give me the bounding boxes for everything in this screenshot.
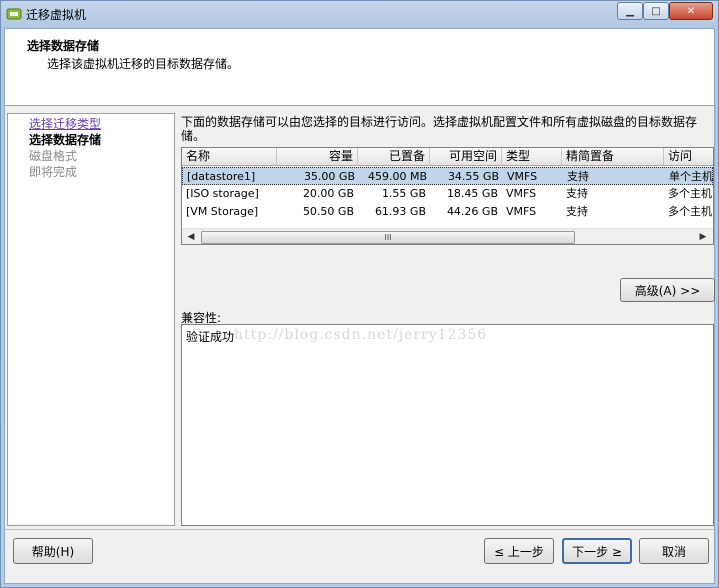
instructions-text: 下面的数据存储可以由您选择的目标进行访问。选择虚拟机配置文件和所有虚拟磁盘的目标… xyxy=(181,115,698,143)
cell-provisioned: 61.93 GB xyxy=(374,205,426,218)
step-ready-to-complete: 即将完成 xyxy=(29,165,78,179)
cell-access: 单个主机 xyxy=(669,170,713,183)
cell-thin-provisioning: 支持 xyxy=(567,170,589,183)
maximize-icon: □ xyxy=(651,5,661,17)
column-header-free-space[interactable]: 可用空间 xyxy=(430,148,502,166)
scroll-left-icon[interactable]: ◀ xyxy=(183,230,199,244)
step-select-migration-type[interactable]: 选择迁移类型 xyxy=(29,116,101,132)
cell-free-space: 34.55 GB xyxy=(447,170,499,183)
footer-divider xyxy=(5,529,714,530)
step-disk-format: 磁盘格式 xyxy=(29,149,78,163)
wizard-steps-sidebar: 选择迁移类型 选择数据存储 磁盘格式 即将完成 xyxy=(7,113,175,526)
cell-provisioned: 459.00 MB xyxy=(367,170,427,183)
page-subtitle: 选择该虚拟机迁移的目标数据存储。 xyxy=(47,57,240,71)
main-panel: 下面的数据存储可以由您选择的目标进行访问。选择虚拟机配置文件和所有虚拟磁盘的目标… xyxy=(179,113,715,526)
datastore-table[interactable]: 名称 容量 已置备 可用空间 类型 精简置备 访问 [datastore1] 3… xyxy=(181,147,714,245)
cell-free-space: 44.26 GB xyxy=(446,205,498,218)
vm-app-icon xyxy=(6,8,22,20)
cell-capacity: 20.00 GB xyxy=(302,187,354,200)
table-row[interactable]: [ISO storage] 20.00 GB 1.55 GB 18.45 GB … xyxy=(182,185,713,203)
cell-capacity: 50.50 GB xyxy=(302,205,354,218)
scroll-right-icon[interactable]: ▶ xyxy=(695,230,711,244)
scrollbar-thumb[interactable]: III xyxy=(201,231,575,244)
cell-provisioned: 1.55 GB xyxy=(381,187,426,200)
table-row[interactable]: [datastore1] 35.00 GB 459.00 MB 34.55 GB… xyxy=(182,167,713,185)
column-header-type[interactable]: 类型 xyxy=(502,148,562,166)
column-header-access[interactable]: 访问 xyxy=(664,148,713,166)
window-title: 迁移虚拟机 xyxy=(26,8,87,22)
maximize-button[interactable]: □ xyxy=(643,2,669,20)
title-bar[interactable]: 迁移虚拟机 ▁ □ ✕ xyxy=(1,1,718,27)
cell-type: VMFS xyxy=(506,187,537,200)
column-header-name[interactable]: 名称 xyxy=(182,148,277,166)
page-title: 选择数据存储 xyxy=(27,39,100,53)
watermark-text: http://blog.csdn.net/jerry12356 xyxy=(234,327,488,343)
table-header: 名称 容量 已置备 可用空间 类型 精简置备 访问 xyxy=(182,148,713,166)
back-button[interactable]: ≤ 上一步 xyxy=(484,538,554,564)
minimize-icon: ▁ xyxy=(626,5,634,17)
cell-name: [ISO storage] xyxy=(186,187,259,200)
cell-type: VMFS xyxy=(507,170,538,183)
step-select-datastore: 选择数据存储 xyxy=(29,133,102,147)
cell-name: [datastore1] xyxy=(187,170,256,183)
cell-access: 多个主机 xyxy=(668,205,712,218)
cell-thin-provisioning: 支持 xyxy=(566,187,588,200)
help-button[interactable]: 帮助(H) xyxy=(13,538,93,564)
cancel-button[interactable]: 取消 xyxy=(639,538,709,564)
advanced-button[interactable]: 高级(A) >> xyxy=(620,278,715,302)
cell-thin-provisioning: 支持 xyxy=(566,205,588,218)
cell-access: 多个主机 xyxy=(668,187,712,200)
column-header-thin-provisioning[interactable]: 精简置备 xyxy=(562,148,664,166)
minimize-button[interactable]: ▁ xyxy=(617,2,643,20)
wizard-client-area: 选择数据存储 选择该虚拟机迁移的目标数据存储。 选择迁移类型 选择数据存储 磁盘… xyxy=(4,28,715,584)
next-button[interactable]: 下一步 ≥ xyxy=(562,538,632,564)
cell-name: [VM Storage] xyxy=(186,205,259,218)
close-icon: ✕ xyxy=(686,5,696,17)
cell-type: VMFS xyxy=(506,205,537,218)
compatibility-box: http://blog.csdn.net/jerry12356 验证成功 xyxy=(181,324,714,526)
cell-capacity: 35.00 GB xyxy=(303,170,355,183)
horizontal-scrollbar[interactable]: ◀ III ▶ xyxy=(182,228,713,244)
close-button[interactable]: ✕ xyxy=(669,2,713,20)
migrate-vm-window: 迁移虚拟机 ▁ □ ✕ 选择数据存储 选择该虚拟机迁移的目标数据存储。 选择迁移… xyxy=(0,0,719,588)
table-row[interactable]: [VM Storage] 50.50 GB 61.93 GB 44.26 GB … xyxy=(182,203,713,221)
column-header-capacity[interactable]: 容量 xyxy=(277,148,358,166)
cell-free-space: 18.45 GB xyxy=(446,187,498,200)
column-header-provisioned[interactable]: 已置备 xyxy=(358,148,430,166)
wizard-header: 选择数据存储 选择该虚拟机迁移的目标数据存储。 xyxy=(5,29,714,106)
compatibility-result: 验证成功 xyxy=(186,330,235,344)
